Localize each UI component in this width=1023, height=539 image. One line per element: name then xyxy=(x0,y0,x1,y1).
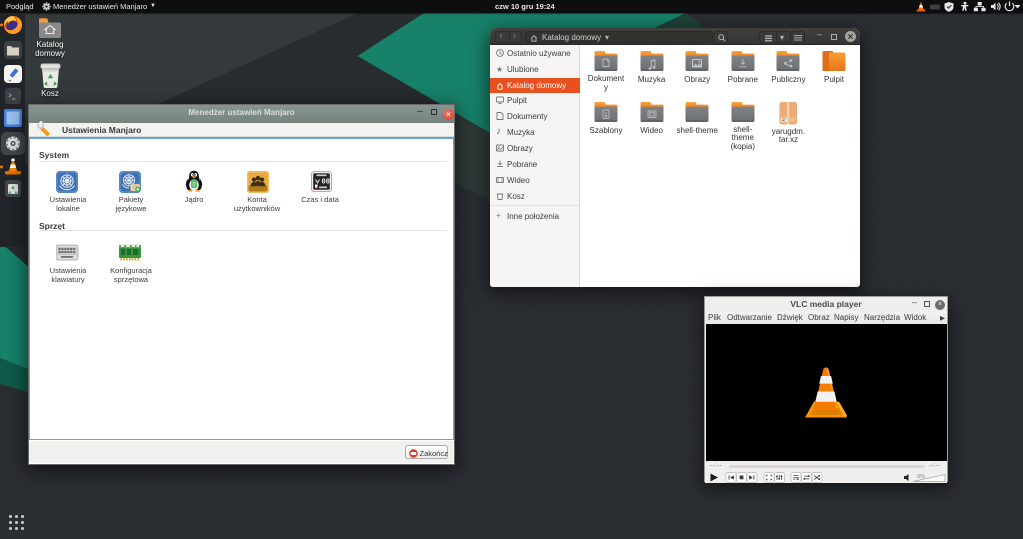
svg-text:00: 00 xyxy=(322,179,330,187)
